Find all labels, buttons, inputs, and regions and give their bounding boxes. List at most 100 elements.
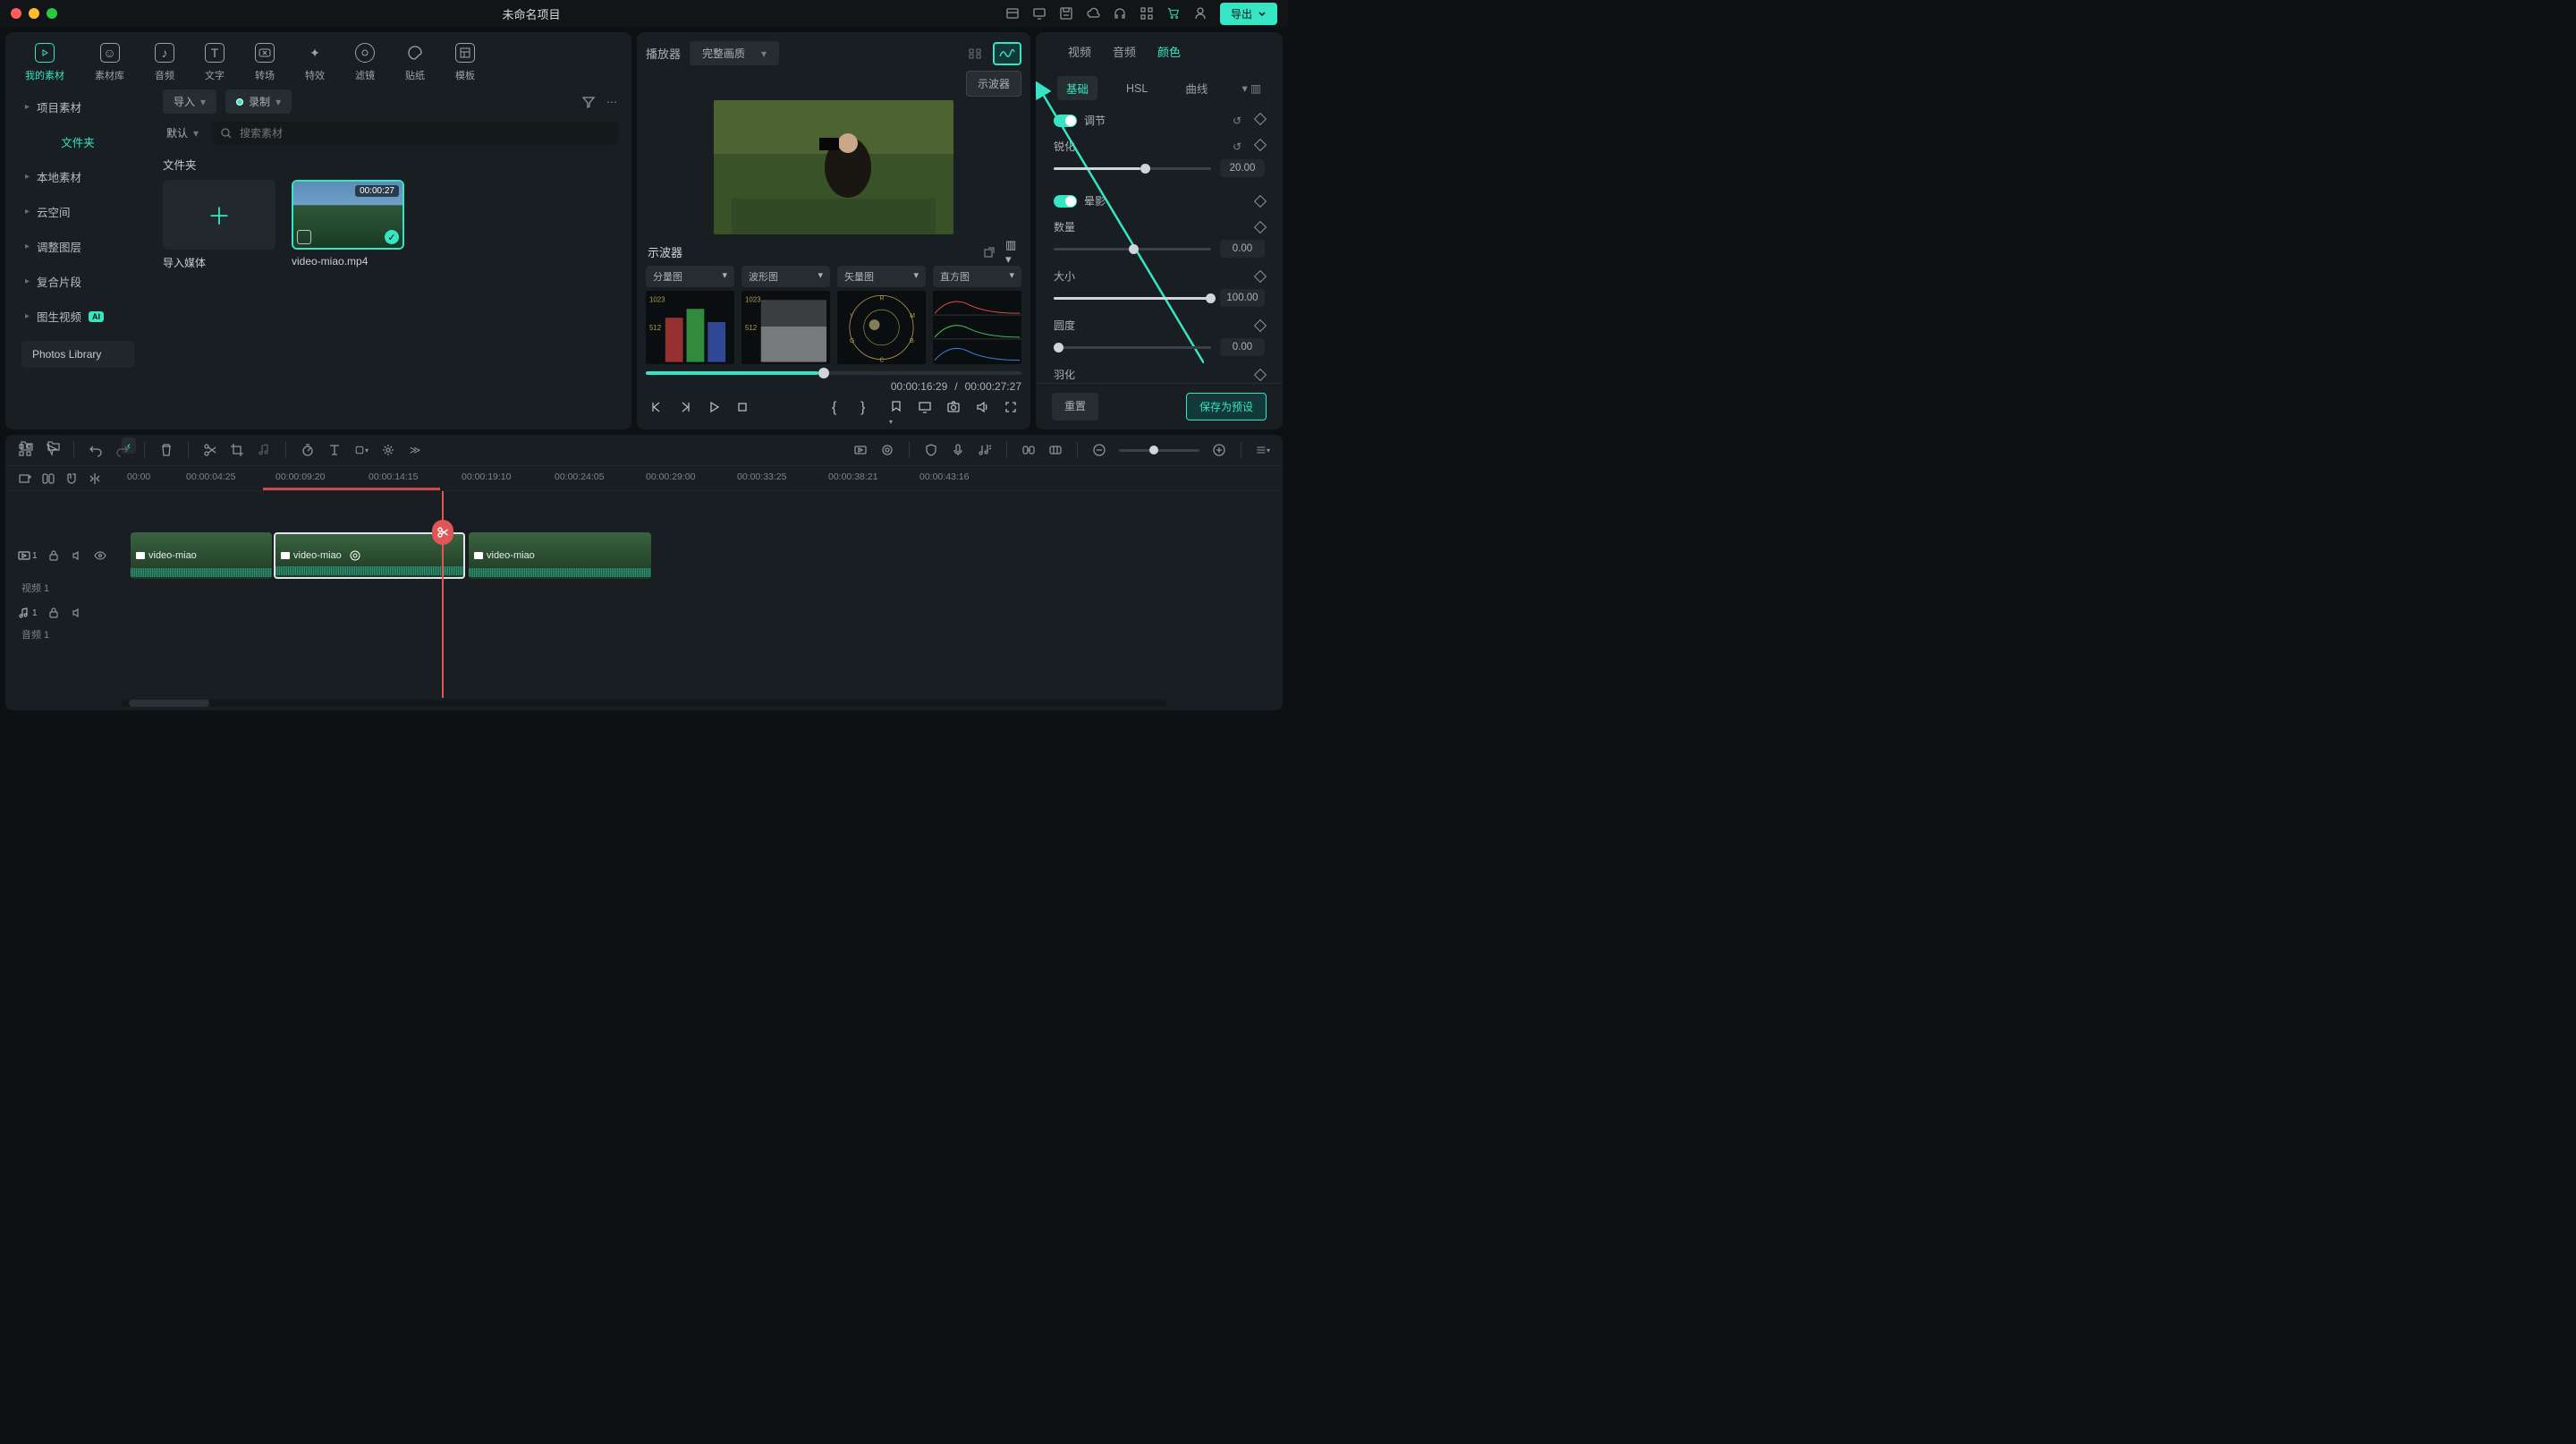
audio-track-icon[interactable] xyxy=(978,443,992,457)
stop-icon[interactable] xyxy=(735,400,750,414)
minimize-window[interactable] xyxy=(29,8,39,19)
keyframe-icon[interactable] xyxy=(1254,194,1267,207)
zoom-in-icon[interactable] xyxy=(1212,443,1226,457)
adjust-toggle[interactable] xyxy=(1054,115,1077,127)
scope-histogram-dropdown[interactable]: 直方图▾ xyxy=(933,266,1021,287)
nav-stock[interactable]: ☺素材库 xyxy=(95,43,124,82)
export-button[interactable]: 导出 xyxy=(1220,3,1277,25)
link-icon[interactable] xyxy=(1021,443,1036,457)
keyframe-icon[interactable] xyxy=(1254,220,1267,233)
split-icon[interactable] xyxy=(203,443,217,457)
more-tools-icon[interactable]: ≫ xyxy=(408,443,422,457)
sidebar-folder[interactable]: 文件夹 xyxy=(5,124,150,159)
magic-icon[interactable] xyxy=(381,443,395,457)
import-media-tile[interactable]: ＋ 导入媒体 xyxy=(163,180,275,270)
subtab-more-icon[interactable]: ▾ ▥ xyxy=(1241,81,1261,95)
keyframe-icon[interactable] xyxy=(1254,269,1267,282)
tab-audio[interactable]: 音频 xyxy=(1113,43,1136,60)
nav-text[interactable]: T文字 xyxy=(205,43,225,82)
save-icon[interactable] xyxy=(1059,6,1073,21)
crop-icon[interactable] xyxy=(230,443,244,457)
scope-view-icon[interactable] xyxy=(993,42,1021,65)
scope-popout-icon[interactable] xyxy=(982,245,996,259)
subtab-basic[interactable]: 基础 xyxy=(1057,76,1097,100)
amount-value[interactable]: 0.00 xyxy=(1220,240,1265,258)
scope-layout-icon[interactable]: ▥ ▾ xyxy=(1005,245,1020,259)
sidebar-compound[interactable]: ▸复合片段 xyxy=(5,264,150,299)
timeline-ruler[interactable]: 00:00 00:00:04:25 00:00:09:20 00:00:14:1… xyxy=(122,466,1283,490)
playhead[interactable] xyxy=(442,491,444,698)
reset-button[interactable]: 重置 xyxy=(1052,393,1098,420)
round-value[interactable]: 0.00 xyxy=(1220,338,1265,356)
sharpen-slider[interactable] xyxy=(1054,167,1211,170)
nav-effects[interactable]: ✦特效 xyxy=(305,43,325,82)
keyframe-icon[interactable] xyxy=(1254,319,1267,331)
search-input[interactable] xyxy=(240,127,610,140)
nav-my-media[interactable]: 我的素材 xyxy=(25,43,64,82)
maximize-window[interactable] xyxy=(47,8,57,19)
scope-vector-dropdown[interactable]: 矢量图▾ xyxy=(837,266,926,287)
nav-templates[interactable]: 模板 xyxy=(455,43,475,82)
nav-filters[interactable]: 滤镜 xyxy=(355,43,375,82)
size-value[interactable]: 100.00 xyxy=(1220,289,1265,307)
user-icon[interactable] xyxy=(1193,6,1208,21)
amount-slider[interactable] xyxy=(1054,248,1211,251)
text-icon[interactable] xyxy=(327,443,342,457)
sidebar-local[interactable]: ▸本地素材 xyxy=(5,159,150,194)
marker-icon[interactable]: ▾ xyxy=(889,400,903,414)
headphones-icon[interactable] xyxy=(1113,6,1127,21)
sort-dropdown[interactable]: 默认▾ xyxy=(163,121,202,145)
magnet-icon[interactable] xyxy=(64,471,79,486)
mute-icon[interactable] xyxy=(70,606,84,620)
fullscreen-icon[interactable] xyxy=(1004,400,1018,414)
clip-3[interactable]: video-miao xyxy=(469,532,651,579)
more-icon[interactable]: ⋯ xyxy=(605,95,619,109)
clip-1[interactable]: video-miao xyxy=(131,532,272,579)
music-icon[interactable] xyxy=(257,443,271,457)
mic-icon[interactable] xyxy=(951,443,965,457)
volume-icon[interactable] xyxy=(975,400,989,414)
playback-progress[interactable] xyxy=(646,371,1021,375)
display-icon[interactable] xyxy=(1032,6,1046,21)
play-icon[interactable] xyxy=(707,400,721,414)
cloud-icon[interactable] xyxy=(1086,6,1100,21)
record-button[interactable]: 录制▾ xyxy=(225,89,292,114)
sidebar-photos-library[interactable]: Photos Library xyxy=(21,341,134,368)
scope-popup[interactable]: 示波器 xyxy=(966,71,1021,97)
scope-waveform-dropdown[interactable]: 波形图▾ xyxy=(741,266,830,287)
sidebar-project-media[interactable]: ▸项目素材 xyxy=(5,89,150,124)
tab-color[interactable]: 颜色 xyxy=(1157,43,1181,60)
nav-transition[interactable]: 转场 xyxy=(255,43,275,82)
sidebar-img2video[interactable]: ▸图生视频AI xyxy=(5,299,150,334)
subtab-hsl[interactable]: HSL xyxy=(1117,79,1157,98)
prev-frame-icon[interactable] xyxy=(649,400,664,414)
timeline-view-icon[interactable]: ▾ xyxy=(1256,443,1270,457)
keyframe-icon[interactable] xyxy=(1254,138,1267,150)
group-icon[interactable] xyxy=(1048,443,1063,457)
subtab-curves[interactable]: 曲线 xyxy=(1176,76,1216,100)
filter-icon[interactable] xyxy=(581,95,596,109)
timeline-scrollbar[interactable] xyxy=(122,700,1166,707)
zoom-out-icon[interactable] xyxy=(1092,443,1106,457)
lock-icon[interactable] xyxy=(47,606,61,620)
align-icon[interactable] xyxy=(88,471,102,486)
search-box[interactable] xyxy=(211,122,619,145)
bracket-out-icon[interactable]: } xyxy=(860,400,875,414)
speed-icon[interactable] xyxy=(301,443,315,457)
target-icon[interactable] xyxy=(880,443,894,457)
nav-stickers[interactable]: 贴纸 xyxy=(405,43,425,82)
undo-icon[interactable] xyxy=(89,443,103,457)
link-tracks-icon[interactable] xyxy=(41,471,55,486)
save-preset-button[interactable]: 保存为预设 xyxy=(1186,393,1267,420)
quality-dropdown[interactable]: 完整画质▾ xyxy=(690,41,779,65)
zoom-slider[interactable] xyxy=(1119,449,1199,452)
media-clip-tile[interactable]: 00:00:27 ✓ video-miao.mp4 xyxy=(292,180,404,270)
sidebar-cloud[interactable]: ▸云空间 xyxy=(5,194,150,229)
scope-parade-dropdown[interactable]: 分量图▾ xyxy=(646,266,734,287)
size-slider[interactable] xyxy=(1054,297,1211,300)
mute-icon[interactable] xyxy=(70,548,84,563)
shield-icon[interactable] xyxy=(924,443,938,457)
reset-icon[interactable]: ↺ xyxy=(1233,115,1245,127)
grid-view-icon[interactable] xyxy=(961,42,989,65)
tab-video[interactable]: 视频 xyxy=(1068,43,1091,60)
